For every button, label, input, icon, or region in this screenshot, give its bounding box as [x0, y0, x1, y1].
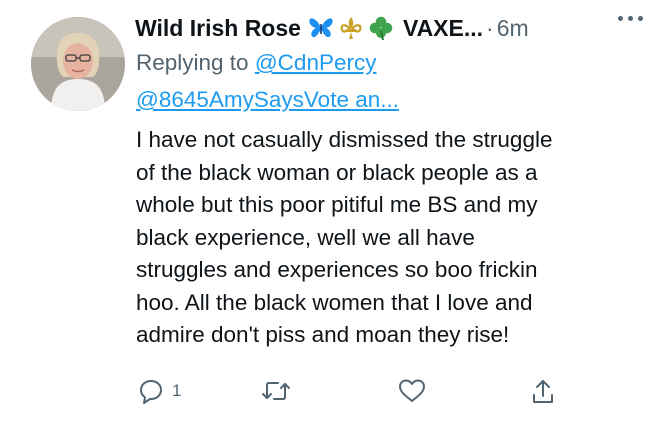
tweet[interactable]: Wild Irish Rose VAXE... · 6m Replying to…: [0, 0, 655, 438]
timestamp[interactable]: 6m: [497, 15, 529, 42]
tweet-text-line: black experience, well we all have: [136, 224, 475, 250]
tweet-text-line: I have not casually dismissed the strugg…: [136, 127, 553, 152]
tweet-text-line: hoo. All the black women that I love and: [136, 289, 533, 315]
tweet-header: Wild Irish Rose VAXE... · 6m: [135, 10, 645, 46]
tweet-text-line: struggles and experiences so boo frickin: [136, 257, 538, 282]
share-button[interactable]: [530, 378, 556, 406]
more-options-icon[interactable]: [618, 16, 643, 21]
replying-to-continued: @8645AmySaysVote an...: [136, 87, 399, 113]
tweet-text-line: whole but this poor pitiful me BS and my: [136, 192, 538, 217]
tweet-text-line: of the black woman or black people as a: [136, 159, 538, 185]
retweet-icon: [261, 378, 291, 404]
replying-to-label: Replying to: [136, 50, 249, 75]
tweet-text-line: admire don't piss and moan they rise!: [136, 322, 510, 347]
mention-link[interactable]: @8645AmySaysVote an...: [136, 87, 399, 112]
tweet-text: I have not casually dismissed the strugg…: [136, 124, 646, 352]
like-icon: [398, 378, 426, 404]
avatar[interactable]: [31, 17, 125, 111]
reply-button[interactable]: 1: [138, 378, 181, 404]
reply-icon: [138, 378, 164, 404]
replying-to: Replying to @CdnPercy: [136, 50, 376, 76]
separator-dot: ·: [486, 14, 494, 41]
display-name-suffix[interactable]: VAXE...: [403, 15, 483, 42]
reply-count: 1: [172, 381, 182, 400]
butterfly-icon: [308, 16, 334, 40]
action-bar: 1: [0, 378, 655, 408]
retweet-button[interactable]: [261, 378, 291, 404]
mention-link[interactable]: @CdnPercy: [255, 50, 377, 75]
share-icon: [530, 378, 556, 406]
avatar-photo: [31, 17, 125, 111]
fleur-de-lis-icon: [339, 15, 363, 41]
like-button[interactable]: [398, 378, 426, 404]
display-name[interactable]: Wild Irish Rose: [135, 15, 301, 42]
shamrock-icon: [368, 15, 394, 41]
